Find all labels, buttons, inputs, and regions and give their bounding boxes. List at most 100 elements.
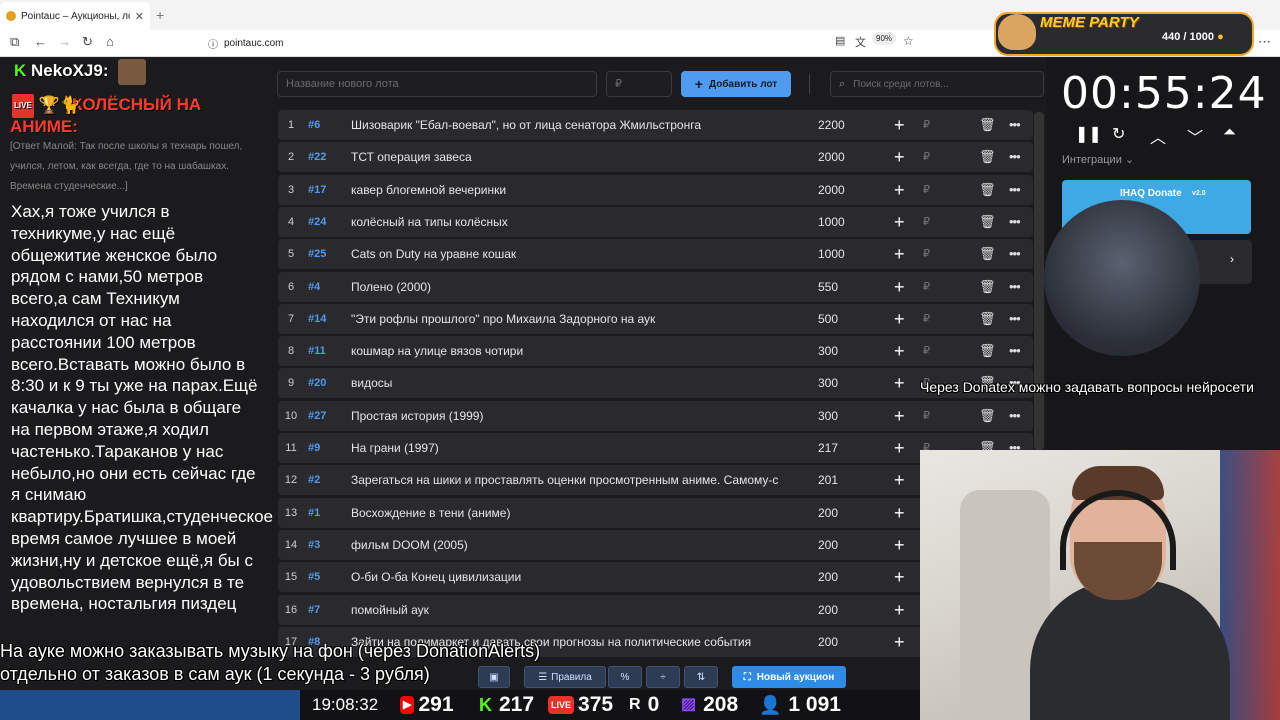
reload-icon[interactable]: ↻ bbox=[82, 34, 93, 50]
plus-icon[interactable]: + bbox=[894, 433, 905, 463]
lot-amount[interactable]: 200 bbox=[818, 627, 838, 657]
lot-id[interactable]: #7 bbox=[308, 595, 320, 625]
save-button[interactable]: ▣ bbox=[478, 666, 510, 688]
lots-scrollbar[interactable] bbox=[1034, 112, 1044, 450]
table-row[interactable]: 2 #22 ТСТ операция завеса 2000 + ₽ 🗑 ••• bbox=[278, 142, 1033, 173]
lot-name[interactable]: О-би О-ба Конец цивилизации bbox=[351, 562, 803, 592]
lot-name[interactable]: Зарегаться на шики и проставлять оценки … bbox=[351, 465, 803, 495]
lot-name-input[interactable] bbox=[277, 71, 597, 97]
more-icon[interactable]: ••• bbox=[1009, 110, 1021, 140]
table-row[interactable]: 6 #4 Полено (2000) 550 + ₽ 🗑 ••• bbox=[278, 271, 1033, 302]
rules-button[interactable]: ☰ Правила bbox=[524, 666, 606, 688]
lot-id[interactable]: #14 bbox=[308, 304, 326, 334]
lot-amount[interactable]: 500 bbox=[818, 304, 838, 334]
lot-id[interactable]: #3 bbox=[308, 530, 320, 560]
translate-icon[interactable]: 文 bbox=[855, 34, 866, 50]
tab-actions-icon[interactable]: ⧉ bbox=[10, 34, 19, 50]
plus-icon[interactable]: + bbox=[894, 562, 905, 592]
lot-amount[interactable]: 200 bbox=[818, 530, 838, 560]
plus-icon[interactable]: + bbox=[894, 239, 905, 269]
trash-icon[interactable]: 🗑 bbox=[979, 304, 996, 334]
lot-amount[interactable]: 300 bbox=[818, 401, 838, 431]
plus-icon[interactable]: + bbox=[894, 175, 905, 205]
lot-amount[interactable]: 300 bbox=[818, 368, 838, 398]
more-icon[interactable]: ••• bbox=[1009, 142, 1021, 172]
lot-amount[interactable]: 217 bbox=[818, 433, 838, 463]
more-icon[interactable]: ••• bbox=[1009, 304, 1021, 334]
ruble-icon[interactable]: ₽ bbox=[923, 175, 930, 205]
plus-icon[interactable]: + bbox=[894, 530, 905, 560]
sort-button[interactable]: ⇅ bbox=[684, 666, 718, 688]
ruble-icon[interactable]: ₽ bbox=[923, 336, 930, 366]
more-icon[interactable]: ••• bbox=[1009, 336, 1021, 366]
lot-id[interactable]: #9 bbox=[308, 433, 320, 463]
lot-search-input[interactable] bbox=[851, 77, 1036, 91]
lot-name[interactable]: кошмар на улице вязов чотири bbox=[351, 336, 803, 366]
lot-id[interactable]: #17 bbox=[308, 175, 326, 205]
plus-icon[interactable]: + bbox=[894, 465, 905, 495]
lot-name[interactable]: видосы bbox=[351, 368, 803, 398]
reset-icon[interactable]: ↻ bbox=[1112, 124, 1125, 144]
lot-id[interactable]: #24 bbox=[308, 207, 326, 237]
close-tab-icon[interactable]: ✕ bbox=[135, 10, 144, 23]
forward-icon[interactable]: → bbox=[58, 34, 71, 49]
lot-name[interactable]: Простая история (1999) bbox=[351, 401, 803, 431]
plus-icon[interactable]: + bbox=[894, 272, 905, 302]
add-lot-button[interactable]: + Добавить лот bbox=[681, 71, 791, 97]
ruble-icon[interactable]: ₽ bbox=[923, 207, 930, 237]
table-row[interactable]: 10 #27 Простая история (1999) 300 + ₽ 🗑 ••• bbox=[278, 400, 1033, 431]
lot-id[interactable]: #5 bbox=[308, 562, 320, 592]
lot-amount[interactable]: 300 bbox=[818, 336, 838, 366]
percent-button[interactable]: % bbox=[608, 666, 642, 688]
plus-icon[interactable]: + bbox=[894, 595, 905, 625]
ruble-icon[interactable]: ₽ bbox=[923, 239, 930, 269]
more-icon[interactable]: ••• bbox=[1009, 207, 1021, 237]
lot-amount[interactable]: 2000 bbox=[818, 142, 845, 172]
trash-icon[interactable]: 🗑 bbox=[979, 401, 996, 431]
plus-icon[interactable]: + bbox=[894, 207, 905, 237]
collapse-icon[interactable]: ⏶ bbox=[1223, 124, 1236, 142]
back-icon[interactable]: ← bbox=[34, 34, 47, 49]
lot-name[interactable]: На грани (1997) bbox=[351, 433, 803, 463]
lot-name[interactable]: колёсный на типы колёсных bbox=[351, 207, 803, 237]
lot-amount[interactable]: 200 bbox=[818, 562, 838, 592]
site-info-icon[interactable]: ⓘ bbox=[208, 36, 218, 51]
ruble-icon[interactable]: ₽ bbox=[923, 142, 930, 172]
table-row[interactable]: 5 #25 Cats on Duty на уравне кошак 1000 + ₽ 🗑 •… bbox=[278, 239, 1033, 270]
new-tab-icon[interactable]: + bbox=[156, 7, 164, 23]
plus-icon[interactable]: + bbox=[894, 110, 905, 140]
lot-amount[interactable]: 200 bbox=[818, 595, 838, 625]
lot-id[interactable]: #27 bbox=[308, 401, 326, 431]
more-icon[interactable]: ••• bbox=[1009, 272, 1021, 302]
trash-icon[interactable]: 🗑 bbox=[979, 142, 996, 172]
reader-mode-icon[interactable]: ▤ bbox=[835, 34, 845, 47]
lot-amount[interactable]: 200 bbox=[818, 498, 838, 528]
ruble-icon[interactable]: ₽ bbox=[923, 304, 930, 334]
more-icon[interactable]: ••• bbox=[1009, 175, 1021, 205]
more-icon[interactable]: ••• bbox=[1009, 401, 1021, 431]
lot-amount[interactable]: 550 bbox=[818, 272, 838, 302]
lot-id[interactable]: #11 bbox=[308, 336, 326, 366]
ruble-icon[interactable]: ₽ bbox=[923, 272, 930, 302]
lot-id[interactable]: #2 bbox=[308, 465, 320, 495]
lot-id[interactable]: #1 bbox=[308, 498, 320, 528]
lot-price-input[interactable] bbox=[606, 71, 672, 97]
plus-icon[interactable]: + bbox=[894, 627, 905, 657]
ruble-icon[interactable]: ₽ bbox=[923, 110, 930, 140]
plus-icon[interactable]: + bbox=[894, 336, 905, 366]
merge-button[interactable]: ÷ bbox=[646, 666, 680, 688]
trash-icon[interactable]: 🗑 bbox=[979, 336, 996, 366]
favorite-star-icon[interactable]: ☆ bbox=[903, 34, 914, 48]
lot-id[interactable]: #22 bbox=[308, 142, 326, 172]
address-bar[interactable]: ⓘ pointauc.com bbox=[200, 33, 925, 53]
browser-menu-icon[interactable]: ⋯ bbox=[1258, 34, 1271, 50]
new-auction-button[interactable]: ⛶ Новый аукцион bbox=[732, 666, 846, 688]
lot-name[interactable]: помойный аук bbox=[351, 595, 803, 625]
trash-icon[interactable]: 🗑 bbox=[979, 207, 996, 237]
pause-icon[interactable]: ❚❚ bbox=[1075, 124, 1102, 144]
lot-id[interactable]: #4 bbox=[308, 272, 320, 302]
lot-name[interactable]: "Эти рофлы прошлого" про Михаила Задорно… bbox=[351, 304, 803, 334]
lot-id[interactable]: #6 bbox=[308, 110, 320, 140]
lot-id[interactable]: #25 bbox=[308, 239, 326, 269]
lot-search-box[interactable]: ⌕ bbox=[830, 71, 1044, 97]
